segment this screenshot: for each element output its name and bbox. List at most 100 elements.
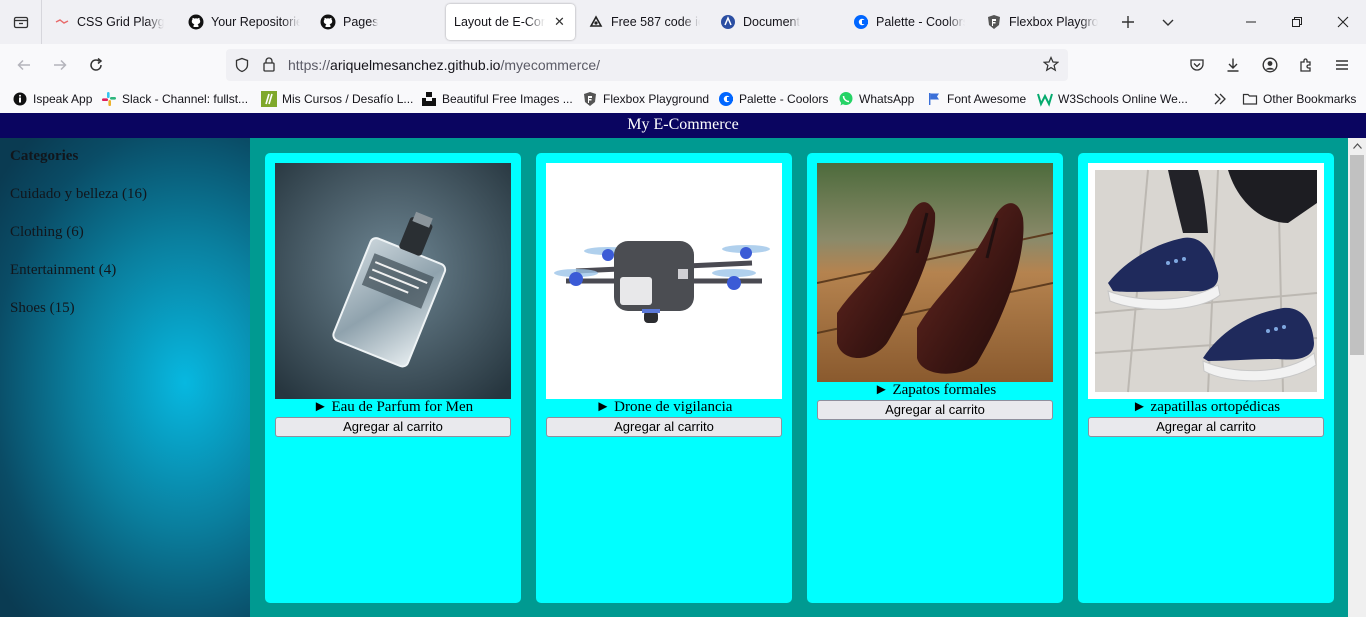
tab-title: Pages [343, 15, 379, 29]
scroll-up-arrow-icon[interactable] [1348, 138, 1366, 154]
downloads-button[interactable] [1221, 53, 1245, 77]
bookmark-whatsapp[interactable]: WhatsApp [838, 90, 914, 108]
add-to-cart-button[interactable]: Agregar al carrito [275, 417, 511, 437]
bookmark-label: Palette - Coolors [739, 92, 829, 106]
puzzle-piece-icon [1300, 58, 1311, 72]
tab-css-grid-playground[interactable]: CSS Grid Playground [46, 4, 172, 40]
tab-free-code-icons[interactable]: Free 587 code icons [580, 4, 708, 40]
ispeak-icon [12, 91, 28, 107]
category-item[interactable]: Cuidado y belleza (16) [10, 186, 147, 203]
url-text[interactable]: https://ariquelmesanchez.github.io/myeco… [288, 57, 600, 73]
other-bookmarks-folder[interactable]: Other Bookmarks [1242, 90, 1356, 108]
slack-icon [101, 91, 117, 107]
flexbox-shield-icon [986, 14, 1002, 30]
address-bar[interactable]: https://ariquelmesanchez.github.io/myeco… [226, 49, 1068, 81]
unsplash-icon [421, 91, 437, 107]
bookmark-w3schools[interactable]: W3Schools Online We... [1037, 90, 1188, 108]
drone-image[interactable] [546, 163, 782, 399]
add-to-cart-button[interactable]: Agregar al carrito [546, 417, 782, 437]
font-awesome-flag-icon [926, 91, 942, 107]
bookmark-font-awesome[interactable]: Font Awesome [926, 90, 1026, 108]
site-header: My E-Commerce [0, 113, 1366, 138]
reload-icon [90, 57, 103, 71]
desafio-icon [261, 91, 277, 107]
document-favicon-icon [720, 14, 736, 30]
new-tab-button[interactable] [1118, 12, 1138, 32]
bookmark-label: Slack - Channel: fullst... [122, 92, 249, 106]
products-grid: ► Eau de Parfum for Men Agregar al carri… [250, 138, 1348, 617]
account-button[interactable] [1258, 53, 1282, 77]
extensions-button[interactable] [1294, 53, 1318, 77]
tab-palette-coolors[interactable]: Palette - Coolors [845, 4, 973, 40]
tab-flexbox-playground[interactable]: Flexbox Playground [978, 4, 1106, 40]
app-menu-button[interactable] [1330, 53, 1354, 77]
close-icon [1337, 16, 1349, 28]
category-item[interactable]: Clothing (6) [10, 224, 84, 241]
pocket-button[interactable] [1185, 53, 1209, 77]
bookmark-slack[interactable]: Slack - Channel: fullst... [101, 90, 248, 108]
hamburger-menu-icon [1336, 60, 1348, 70]
reload-button[interactable] [84, 53, 108, 77]
coolors-icon [718, 91, 734, 107]
scrollbar-thumb[interactable] [1350, 155, 1364, 355]
bookmark-mis-cursos[interactable]: Mis Cursos / Desafío L... [261, 90, 413, 108]
product-card: ► Drone de vigilancia Agregar al carrito [536, 153, 792, 603]
bookmark-flexbox-playground[interactable]: Flexbox Playground [582, 90, 709, 108]
category-item[interactable]: Entertainment (4) [10, 262, 116, 279]
url-scheme: https:// [288, 57, 331, 73]
web-page: My E-Commerce Categories Cuidado y belle… [0, 112, 1366, 617]
add-to-cart-button[interactable]: Agregar al carrito [1088, 417, 1324, 437]
category-item[interactable]: Shoes (15) [10, 300, 75, 317]
more-bookmarks-button[interactable] [1213, 90, 1227, 108]
tab-strip: CSS Grid Playground Your Repositories Pa… [0, 0, 1366, 44]
bookmark-label: Beautiful Free Images ... [442, 92, 573, 106]
add-to-cart-button[interactable]: Agregar al carrito [817, 400, 1053, 420]
close-window-button[interactable] [1320, 0, 1366, 44]
product-name[interactable]: ► Eau de Parfum for Men [265, 399, 521, 416]
formal-shoes-image[interactable] [816, 163, 1054, 382]
bookmark-label: Mis Cursos / Desafío L... [282, 92, 414, 106]
product-card: ► zapatillas ortopédicas Agregar al carr… [1078, 153, 1334, 603]
bookmark-label: Ispeak App [33, 92, 93, 106]
product-name[interactable]: ► zapatillas ortopédicas [1078, 399, 1334, 416]
download-icon [1227, 58, 1239, 72]
bookmark-label: W3Schools Online We... [1058, 92, 1188, 106]
bookmark-star-icon[interactable] [1042, 56, 1060, 75]
github-icon [188, 14, 204, 30]
categories-sidebar: Categories Cuidado y belleza (16) Clothi… [0, 138, 250, 617]
forward-button[interactable] [48, 53, 72, 77]
tab-pages[interactable]: Pages [312, 4, 440, 40]
folder-icon [1242, 91, 1258, 107]
css-grid-favicon-icon [54, 14, 70, 30]
close-tab-icon[interactable]: ✕ [552, 14, 567, 30]
vertical-scrollbar[interactable] [1348, 138, 1366, 617]
icon-site-favicon-icon [588, 14, 604, 30]
lock-icon[interactable] [262, 56, 276, 75]
tracking-protection-shield-icon[interactable] [234, 57, 250, 76]
minimize-button[interactable] [1228, 0, 1274, 44]
bookmark-unsplash[interactable]: Beautiful Free Images ... [421, 90, 573, 108]
tab-title: Document [743, 15, 800, 29]
all-tabs-button[interactable] [0, 0, 42, 44]
product-name[interactable]: ► Drone de vigilancia [536, 399, 792, 416]
tab-your-repositories[interactable]: Your Repositories [180, 4, 308, 40]
restore-button[interactable] [1274, 0, 1320, 44]
list-all-tabs-button[interactable] [1158, 12, 1178, 32]
bookmark-label: WhatsApp [859, 92, 915, 106]
categories-heading: Categories [10, 148, 79, 164]
tab-title: CSS Grid Playground [77, 15, 164, 29]
restore-icon [1292, 17, 1302, 27]
tab-layout-ecommerce[interactable]: Layout de E-Commerce ✕ [446, 4, 575, 40]
url-host: ariquelmesanchez.github.io [330, 57, 501, 73]
tab-document[interactable]: Document [712, 4, 840, 40]
bookmark-ispeak[interactable]: Ispeak App [12, 90, 92, 108]
arrow-right-icon [54, 59, 67, 71]
orthopedic-sneakers-image[interactable] [1088, 163, 1324, 399]
w3schools-icon [1037, 91, 1053, 107]
back-button[interactable] [12, 53, 36, 77]
perfume-bottle-image[interactable] [275, 163, 511, 399]
github-icon [320, 14, 336, 30]
bookmark-palette-coolors[interactable]: Palette - Coolors [718, 90, 828, 108]
product-card: ► Eau de Parfum for Men Agregar al carri… [265, 153, 521, 603]
product-name[interactable]: ► Zapatos formales [807, 382, 1063, 399]
